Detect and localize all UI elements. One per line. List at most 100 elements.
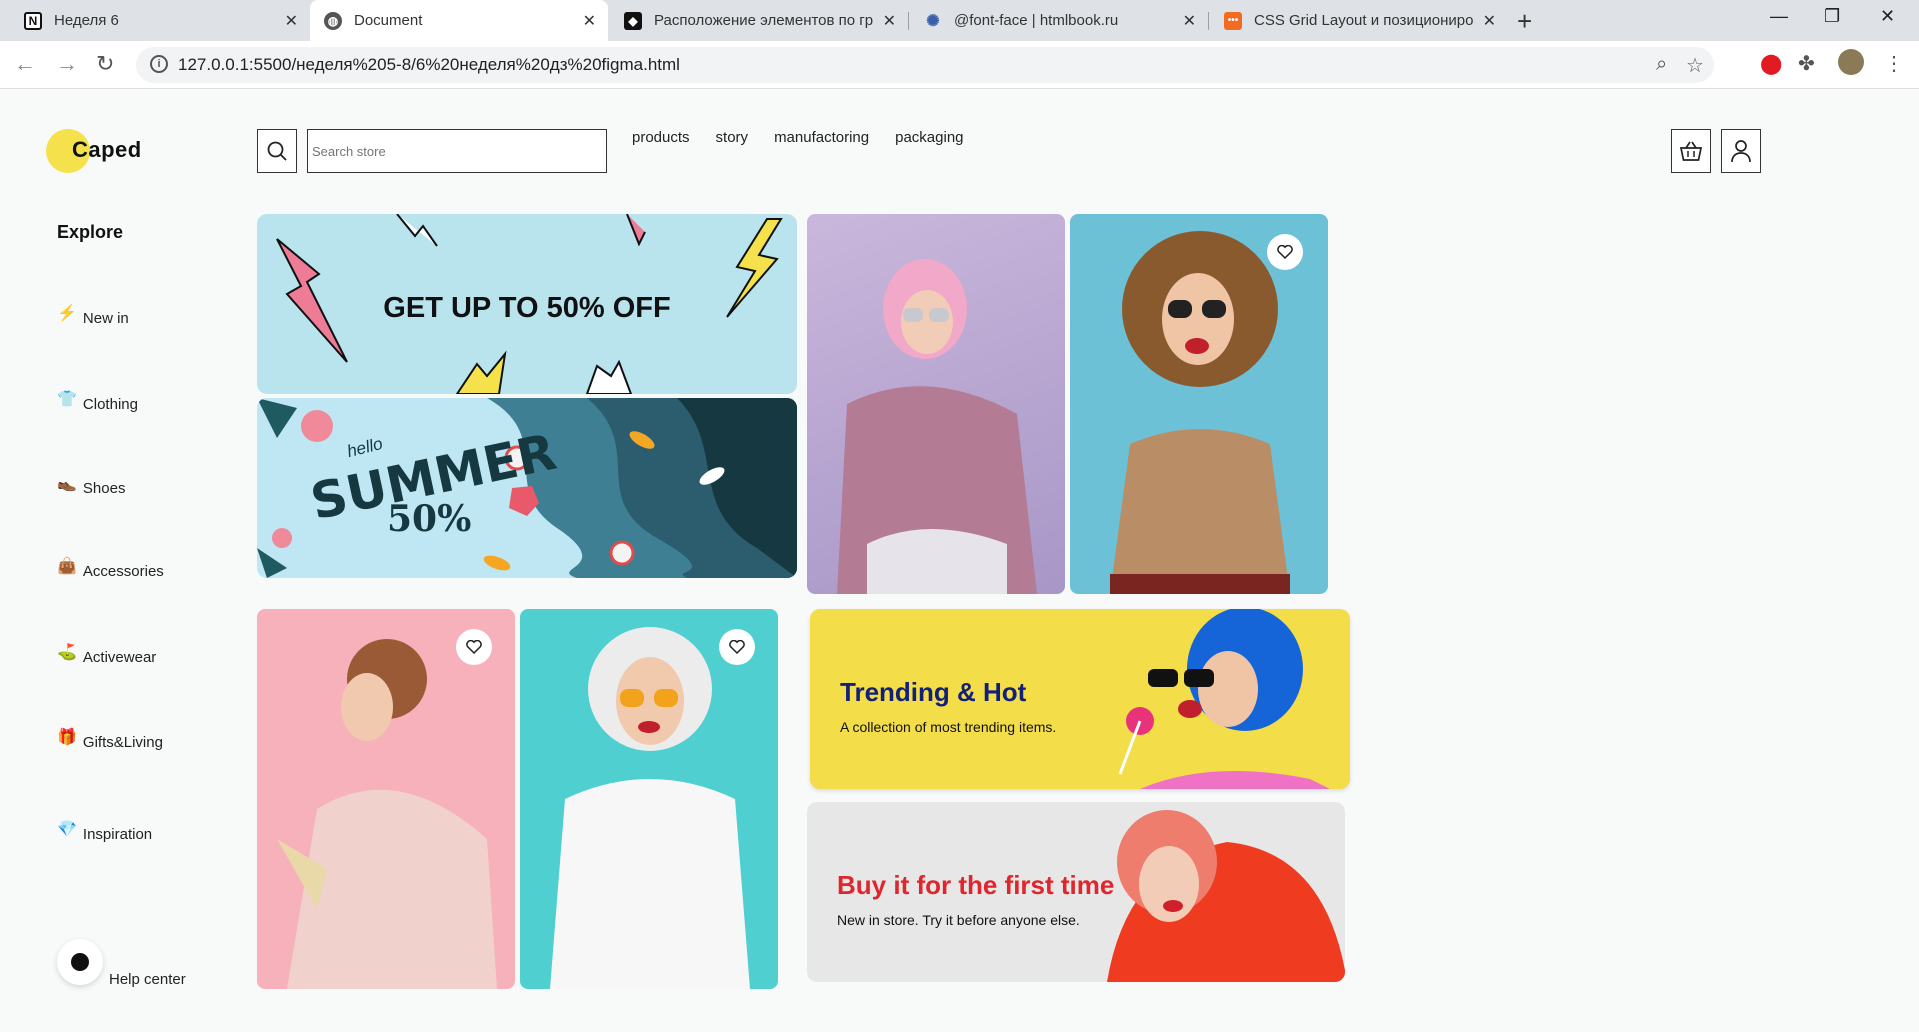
activewear-icon: ⛳ (57, 644, 77, 661)
nav-story[interactable]: story (716, 129, 749, 146)
notion-icon: N (24, 11, 42, 30)
tab-separator (1208, 12, 1209, 30)
summer-discount: 50% (387, 498, 472, 540)
close-tab-icon[interactable]: ✕ (1483, 11, 1496, 31)
minimize-icon[interactable]: — (1770, 6, 1788, 27)
chat-bubble-icon[interactable] (57, 939, 103, 985)
heart-icon (1277, 245, 1293, 259)
close-tab-icon[interactable]: ✕ (1183, 11, 1196, 31)
forward-icon[interactable]: → (56, 51, 78, 77)
tab-separator (908, 12, 909, 30)
browser-tab[interactable]: ••• CSS Grid Layout и позициониро ✕ (1210, 0, 1508, 41)
browser-tab-active[interactable]: ◍ Document ✕ (310, 0, 608, 41)
favorite-button[interactable] (1267, 234, 1303, 270)
url-text[interactable]: 127.0.0.1:5500/неделя%205-8/6%20неделя%2… (178, 55, 680, 75)
browser-tab[interactable]: ◆ Расположение элементов по гр ✕ (610, 0, 908, 41)
sale-banner[interactable]: GET UP TO 50% OFF (257, 214, 797, 394)
summer-banner[interactable]: hello SUMMER 50% (257, 398, 797, 578)
favorite-button[interactable] (719, 629, 755, 665)
gift-icon: 🎁 (57, 729, 77, 746)
help-center-label[interactable]: Help center (109, 971, 186, 988)
tab-title: Неделя 6 (54, 12, 119, 29)
model-figure (277, 639, 497, 989)
sidebar-item-label: Clothing (82, 396, 138, 413)
sidebar-item-shoes[interactable]: 👞 Shoes (57, 475, 126, 497)
trending-title: Trending & Hot (840, 677, 1027, 707)
sidebar-item-label: Gifts&Living (82, 734, 163, 751)
orange-site-icon: ••• (1224, 11, 1242, 30)
chat-dot (71, 953, 89, 971)
sidebar-item-accessories[interactable]: 👜 Accessories (57, 558, 164, 580)
close-tab-icon[interactable]: ✕ (883, 11, 896, 31)
trending-banner[interactable]: Trending & Hot A collection of most tren… (810, 609, 1350, 789)
reload-icon[interactable]: ↻ (96, 51, 114, 77)
close-window-icon[interactable]: ✕ (1880, 6, 1895, 27)
browser-toolbar: ← → ↻ i 127.0.0.1:5500/неделя%205-8/6%20… (0, 41, 1919, 89)
menu-icon[interactable]: ⋮ (1884, 51, 1904, 76)
browser-tab[interactable]: ✺ @font-face | htmlbook.ru ✕ (910, 0, 1208, 41)
sidebar-item-label: Accessories (82, 563, 164, 580)
search-input[interactable] (307, 129, 607, 173)
nav-manufactoring[interactable]: manufactoring (774, 129, 869, 146)
search-button[interactable] (257, 129, 297, 173)
logo[interactable]: Caped (72, 137, 142, 163)
htmlbook-icon: ✺ (926, 12, 940, 30)
product-photo-pink-background[interactable] (257, 609, 515, 989)
address-bar[interactable]: i 127.0.0.1:5500/неделя%205-8/6%20неделя… (136, 47, 1714, 83)
top-nav: products story manufactoring packaging (632, 129, 964, 146)
model-figure (837, 259, 1037, 594)
sidebar-item-activewear[interactable]: ⛳ Activewear (57, 644, 157, 666)
tab-title: @font-face | htmlbook.ru (954, 12, 1119, 29)
heart-icon (466, 640, 482, 654)
sidebar-item-new-in[interactable]: ⚡ New in (57, 305, 129, 327)
user-icon (1731, 140, 1751, 163)
opera-icon[interactable]: ⬤ (1760, 51, 1782, 76)
sidebar-item-label: Shoes (82, 480, 126, 497)
tab-title: Document (354, 12, 423, 29)
bookmark-icon: ◆ (624, 11, 642, 30)
profile-avatar[interactable] (1838, 49, 1864, 75)
browser-tab-bar: N Неделя 6 ✕ ◍ Document ✕ ◆ Расположение… (0, 0, 1919, 41)
new-tab-icon[interactable]: + (1517, 6, 1532, 37)
basket-icon (1679, 141, 1703, 161)
sidebar-item-label: Inspiration (82, 826, 153, 843)
product-photo-white-hair[interactable] (520, 609, 778, 989)
shoe-icon: 👞 (57, 475, 77, 492)
sidebar-item-label: Activewear (82, 649, 157, 666)
heart-icon (729, 640, 745, 654)
restore-icon[interactable]: ❐ (1824, 6, 1840, 27)
sidebar-item-label: New in (82, 310, 129, 327)
model-figure (1110, 231, 1290, 594)
favorite-button[interactable] (456, 629, 492, 665)
product-photo-pink-hair[interactable] (807, 214, 1065, 594)
tab-title: CSS Grid Layout и позициониро (1254, 12, 1474, 29)
globe-icon: ◍ (324, 11, 342, 30)
back-icon[interactable]: ← (14, 51, 36, 77)
sidebar-item-clothing[interactable]: 👕 Clothing (57, 391, 138, 413)
extensions-icon[interactable]: ✤ (1798, 51, 1815, 76)
account-button[interactable] (1721, 129, 1761, 173)
trending-subtitle: A collection of most trending items. (840, 719, 1057, 735)
page: Caped products story manufactoring packa… (0, 89, 1919, 1032)
sale-banner-text: GET UP TO 50% OFF (383, 292, 671, 324)
bag-icon: 👜 (57, 558, 77, 575)
gem-icon: 💎 (57, 821, 77, 838)
sidebar-title: Explore (57, 222, 124, 242)
nav-packaging[interactable]: packaging (895, 129, 963, 146)
bookmark-star-icon[interactable]: ☆ (1686, 53, 1704, 78)
zoom-icon[interactable]: ⌕ (1656, 53, 1667, 76)
nav-products[interactable]: products (632, 129, 690, 146)
close-tab-icon[interactable]: ✕ (583, 11, 596, 31)
browser-tab[interactable]: N Неделя 6 ✕ (10, 0, 310, 41)
close-tab-icon[interactable]: ✕ (285, 11, 298, 31)
first-time-subtitle: New in store. Try it before anyone else. (837, 912, 1080, 928)
sidebar-item-gifts-living[interactable]: 🎁 Gifts&Living (57, 729, 163, 751)
lightning-icon: ⚡ (57, 305, 77, 322)
sidebar-item-inspiration[interactable]: 💎 Inspiration (57, 821, 153, 843)
cart-button[interactable] (1671, 129, 1711, 173)
model-figure (550, 627, 750, 989)
first-time-banner[interactable]: Buy it for the first time New in store. … (807, 802, 1345, 982)
info-icon[interactable]: i (150, 55, 168, 73)
product-photo-curly-hair[interactable] (1070, 214, 1328, 594)
shirt-icon: 👕 (57, 391, 77, 408)
